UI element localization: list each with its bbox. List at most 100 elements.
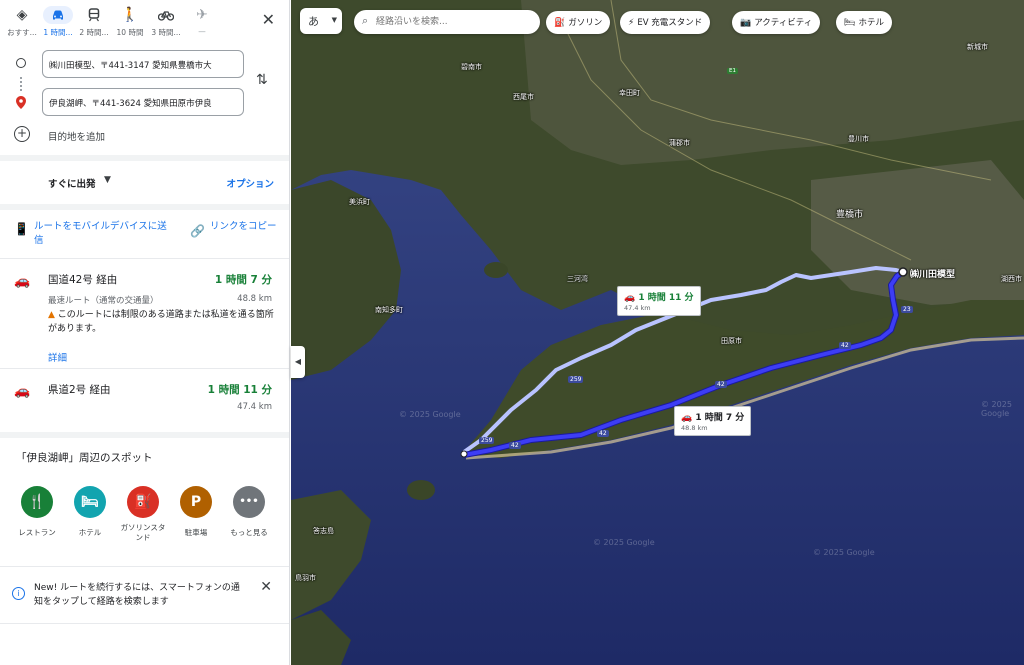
directions-panel: ◈ おすす... 1 時間... 2 時間... 🚶 10 時間 3 時間... xyxy=(0,0,290,665)
send-to-device-icon: 📱 xyxy=(14,222,29,236)
plane-icon: ✈ xyxy=(196,7,208,23)
restricted-road-warning: ▲ このルートには制限のある道路または私道を通る箇所があります。 xyxy=(48,310,274,334)
destination-input[interactable]: 伊良湖岬、〒441-3624 愛知県田原市伊良 xyxy=(42,88,244,116)
destination-pin-icon xyxy=(16,94,26,109)
place-kosai: 湖西市 xyxy=(1001,275,1022,283)
car-icon: 🚗 xyxy=(14,274,31,289)
place-tahara: 田原市 xyxy=(721,337,742,345)
origin-input[interactable]: ㈱川田模型、〒441-3147 愛知県豊橋市大 xyxy=(42,50,244,78)
gas-station-icon: ⛽ xyxy=(127,486,159,518)
route-dots xyxy=(20,77,22,91)
mode-walking[interactable]: 🚶 10 時間 xyxy=(112,6,148,44)
train-icon xyxy=(83,6,105,24)
more-icon: ••• xyxy=(233,486,265,518)
route-259-shield: 259 xyxy=(479,437,495,444)
place-hekinan: 碧南市 xyxy=(461,63,482,71)
place-shinshiro: 新城市 xyxy=(967,43,988,51)
hotel-icon: 🛏 xyxy=(74,486,106,518)
route-option-1[interactable]: 🚗 国道42号 経由 1 時間 7 分 最速ルート（通常の交通量） 48.8 k… xyxy=(0,268,289,364)
expressway-e1-shield: E1 xyxy=(727,68,738,74)
car-icon: 🚗 xyxy=(681,413,693,423)
depart-now-dropdown[interactable]: すぐに出発 xyxy=(48,176,96,190)
search-along-route[interactable]: ⌕ xyxy=(354,10,540,34)
spot-restaurant[interactable]: 🍴 レストラン xyxy=(11,486,63,538)
route-details-link[interactable]: 詳細 xyxy=(48,350,67,364)
spot-hotel[interactable]: 🛏 ホテル xyxy=(64,486,116,538)
route-42-shield: 42 xyxy=(509,442,521,449)
mode-flight[interactable]: ✈ — xyxy=(184,6,220,44)
spot-gas-station[interactable]: ⛽ ガソリンスタンド xyxy=(117,486,169,543)
chip-ev-charging[interactable]: ⚡ EV 充電スタンド xyxy=(620,11,711,34)
place-gamagori: 蒲郡市 xyxy=(669,139,690,147)
divider xyxy=(0,204,289,210)
ev-charging-icon: ⚡ xyxy=(628,18,635,28)
diamond-directions-icon: ◈ xyxy=(16,7,28,23)
spot-parking[interactable]: P 駐車場 xyxy=(170,486,222,538)
nearby-spots-title: 「伊良湖岬」周辺のスポット xyxy=(16,452,153,464)
close-directions-button[interactable]: ✕ xyxy=(262,10,275,29)
link-icon: 🔗 xyxy=(190,224,205,238)
car-icon: 🚗 xyxy=(624,293,636,303)
place-kota: 幸田町 xyxy=(619,89,640,97)
satellite-map xyxy=(291,0,1024,665)
divider xyxy=(0,155,289,161)
route-option-2[interactable]: 🚗 県道2号 経由 1 時間 11 分 47.4 km xyxy=(0,378,289,422)
depart-time-row: すぐに出発 ▼ オプション xyxy=(0,170,289,194)
bicycle-icon xyxy=(155,6,177,24)
dismiss-notice-button[interactable]: ✕ xyxy=(260,579,272,595)
route-callout-alt[interactable]: 🚗 1 時間 11 分 47.4 km xyxy=(617,286,701,316)
origin-circle-icon xyxy=(16,58,26,68)
divider xyxy=(0,258,289,259)
hotel-icon: 🛏 xyxy=(844,18,856,28)
mode-cycling[interactable]: 3 時間... xyxy=(148,6,184,44)
mode-best[interactable]: ◈ おすす... xyxy=(4,6,40,44)
plus-icon: + xyxy=(14,126,30,142)
gas-icon: ⛽ xyxy=(554,18,566,28)
copy-link-button[interactable]: リンクをコピー xyxy=(210,220,280,234)
nearby-spots: 🍴 レストラン 🛏 ホテル ⛽ ガソリンスタンド P 駐車場 ••• もっと見る xyxy=(0,486,289,556)
spot-more[interactable]: ••• もっと見る xyxy=(223,486,275,538)
route-42-shield: 42 xyxy=(715,381,727,388)
add-destination-button[interactable]: + 目的地を追加 xyxy=(0,126,289,144)
send-to-mobile-link[interactable]: ルートをモバイルデバイスに送信 xyxy=(34,220,174,248)
route-callout-selected[interactable]: 🚗 1 時間 7 分 48.8 km xyxy=(674,406,752,436)
walk-icon: 🚶 xyxy=(121,7,139,23)
chip-hotels[interactable]: 🛏 ホテル xyxy=(836,11,892,34)
camera-icon: 📷 xyxy=(740,18,752,28)
destination-marker-label: ㈱川田模型 xyxy=(910,270,956,280)
mode-transit[interactable]: 2 時間... xyxy=(76,6,112,44)
place-minamichita: 南知多町 xyxy=(375,306,403,314)
origin-row: ㈱川田模型、〒441-3147 愛知県豊橋市大 xyxy=(0,50,289,78)
search-along-route-input[interactable] xyxy=(376,14,532,30)
input-language-button[interactable]: あ ▼ xyxy=(300,8,342,34)
place-toyohashi: 豊橋市 xyxy=(836,210,864,220)
search-icon: ⌕ xyxy=(362,14,369,27)
car-icon xyxy=(43,6,73,24)
swap-waypoints-button[interactable]: ⇅ xyxy=(256,72,268,88)
car-icon: 🚗 xyxy=(14,384,31,399)
route-42-shield: 42 xyxy=(597,430,609,437)
share-row: 📱 ルートをモバイルデバイスに送信 🔗 リンクをコピー xyxy=(0,218,289,250)
warning-icon: ▲ xyxy=(48,310,55,320)
route-23-shield: 23 xyxy=(901,306,913,313)
place-toshijima: 答志島 xyxy=(313,527,334,535)
mode-driving[interactable]: 1 時間... xyxy=(40,6,76,44)
chip-activities[interactable]: 📷 アクティビティ xyxy=(732,11,821,34)
caret-down-icon: ▼ xyxy=(104,175,111,185)
travel-mode-bar: ◈ おすす... 1 時間... 2 時間... 🚶 10 時間 3 時間... xyxy=(0,0,289,44)
place-mikawa-bay: 三河湾 xyxy=(567,275,588,283)
route-42-shield: 42 xyxy=(839,342,851,349)
place-nishio: 西尾市 xyxy=(513,93,534,101)
options-button[interactable]: オプション xyxy=(226,176,274,190)
map-canvas[interactable]: 豊橋市 豊川市 田原市 蒲郡市 幸田町 美浜町 南知多町 西尾市 碧南市 三河湾… xyxy=(291,0,1024,665)
place-toyokawa: 豊川市 xyxy=(848,135,869,143)
caret-down-icon: ▼ xyxy=(331,16,337,24)
route-259-shield: 259 xyxy=(568,376,584,383)
place-mihama: 美浜町 xyxy=(349,198,370,206)
place-toba: 鳥羽市 xyxy=(295,574,316,582)
parking-icon: P xyxy=(180,486,212,518)
destination-row: 伊良湖岬、〒441-3624 愛知県田原市伊良 xyxy=(0,88,289,116)
collapse-panel-button[interactable]: ◀ xyxy=(291,346,305,378)
chip-gas[interactable]: ⛽ ガソリン xyxy=(546,11,611,34)
restaurant-icon: 🍴 xyxy=(21,486,53,518)
